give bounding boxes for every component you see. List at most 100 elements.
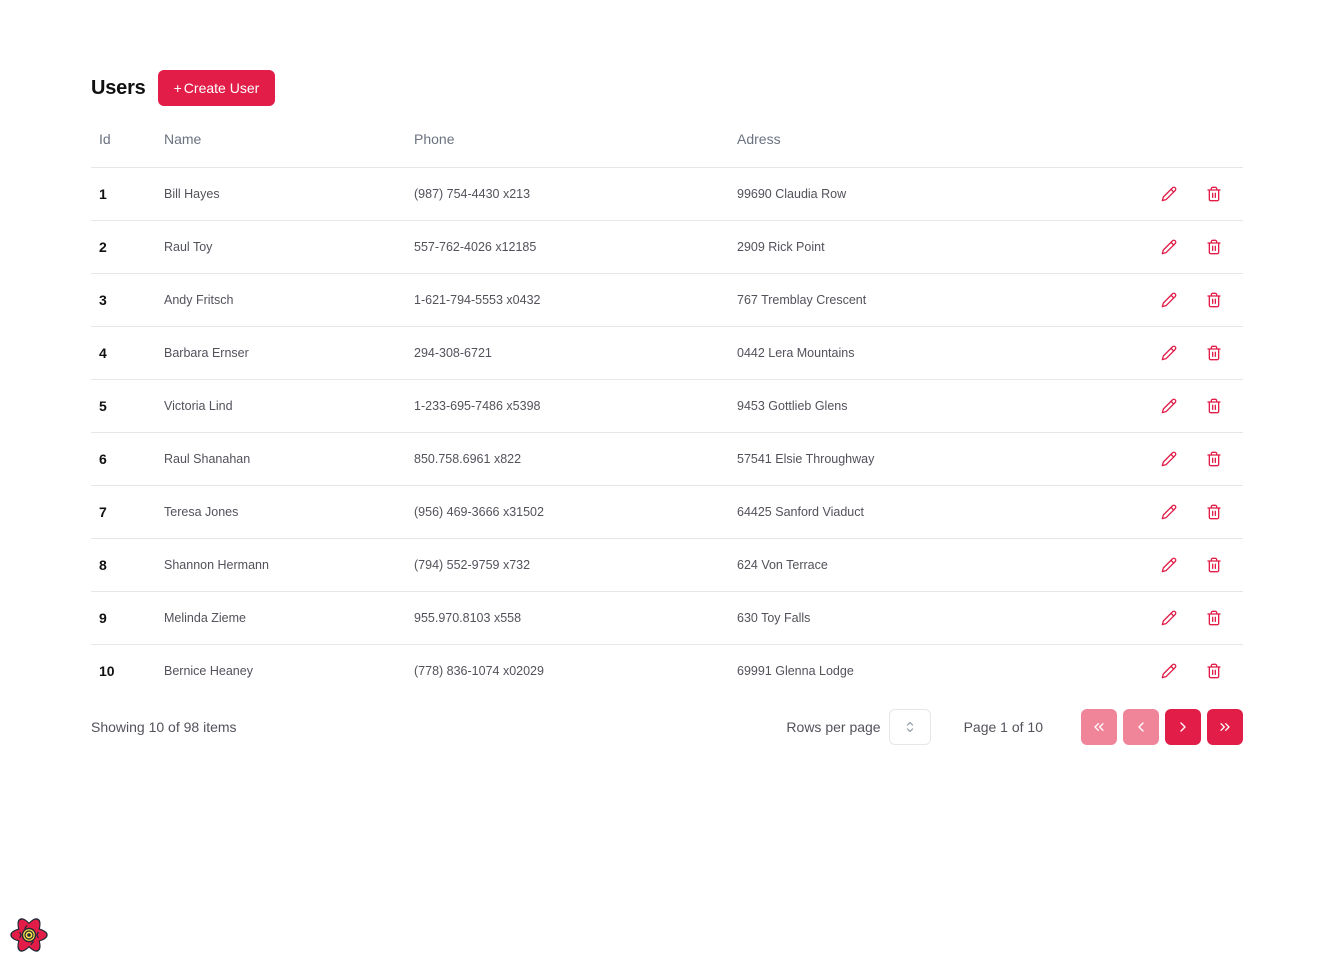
trash-icon (1207, 451, 1221, 466)
cell-address: 0442 Lera Mountains (737, 326, 1137, 380)
pencil-icon (1161, 504, 1176, 519)
edit-user-button[interactable] (1157, 500, 1181, 524)
table-row: 4 Barbara Ernser 294-308-6721 0442 Lera … (91, 326, 1243, 380)
cell-actions (1137, 644, 1243, 697)
cell-phone: 955.970.8103 x558 (414, 591, 737, 645)
table-row: 3 Andy Fritsch 1-621-794-5553 x0432 767 … (91, 273, 1243, 327)
cell-address: 767 Tremblay Crescent (737, 273, 1137, 327)
cell-phone: 294-308-6721 (414, 326, 737, 380)
column-header-phone: Phone (414, 129, 737, 168)
chevron-left-icon (1138, 722, 1144, 732)
create-user-label: Create User (183, 80, 260, 96)
delete-user-button[interactable] (1202, 235, 1226, 259)
edit-user-button[interactable] (1157, 341, 1181, 365)
cell-id: 2 (91, 220, 164, 274)
rows-per-page-label: Rows per page (786, 719, 881, 735)
cell-name: Raul Toy (164, 220, 414, 274)
edit-user-button[interactable] (1157, 447, 1181, 471)
cell-address: 99690 Claudia Row (737, 167, 1137, 221)
table-row: 10 Bernice Heaney (778) 836-1074 x02029 … (91, 644, 1243, 697)
cell-name: Shannon Hermann (164, 538, 414, 592)
cell-id: 4 (91, 326, 164, 380)
cell-phone: (956) 469-3666 x31502 (414, 485, 737, 539)
items-count: Showing 10 of 98 items (91, 719, 237, 735)
pencil-icon (1161, 239, 1176, 254)
cell-id: 6 (91, 432, 164, 486)
trash-icon (1207, 239, 1221, 254)
cell-id: 1 (91, 167, 164, 221)
delete-user-button[interactable] (1202, 182, 1226, 206)
delete-user-button[interactable] (1202, 341, 1226, 365)
cell-name: Victoria Lind (164, 379, 414, 433)
edit-user-button[interactable] (1157, 288, 1181, 312)
cell-actions (1137, 485, 1243, 539)
table-row: 8 Shannon Hermann (794) 552-9759 x732 62… (91, 538, 1243, 592)
edit-user-button[interactable] (1157, 606, 1181, 630)
trash-icon (1207, 557, 1221, 572)
edit-user-button[interactable] (1157, 235, 1181, 259)
cell-phone: 850.758.6961 x822 (414, 432, 737, 486)
last-page-button[interactable] (1207, 709, 1243, 745)
trash-icon (1207, 292, 1221, 307)
next-page-button[interactable] (1165, 709, 1201, 745)
pagination-footer: Showing 10 of 98 items Rows per page Pag… (91, 709, 1243, 745)
cell-actions (1137, 220, 1243, 274)
delete-user-button[interactable] (1202, 500, 1226, 524)
previous-page-button[interactable] (1123, 709, 1159, 745)
chevrons-left-icon (1094, 723, 1104, 731)
cell-id: 8 (91, 538, 164, 592)
edit-user-button[interactable] (1157, 394, 1181, 418)
table-row: 1 Bill Hayes (987) 754-4430 x213 99690 C… (91, 167, 1243, 221)
cell-actions (1137, 538, 1243, 592)
pencil-icon (1161, 345, 1176, 360)
table-row: 5 Victoria Lind 1-233-695-7486 x5398 945… (91, 379, 1243, 433)
users-table: Id Name Phone Adress 1 Bill Hayes (987) … (91, 129, 1243, 697)
trash-icon (1207, 610, 1221, 625)
cell-name: Melinda Zieme (164, 591, 414, 645)
delete-user-button[interactable] (1202, 288, 1226, 312)
cell-name: Bernice Heaney (164, 663, 253, 678)
cell-phone: (778) 836-1074 x02029 (414, 663, 544, 678)
chevrons-right-icon (1220, 723, 1230, 731)
cell-name: Teresa Jones (164, 485, 414, 539)
delete-user-button[interactable] (1202, 394, 1226, 418)
cell-id: 3 (91, 273, 164, 327)
cell-id: 9 (91, 591, 164, 645)
cell-name: Barbara Ernser (164, 326, 414, 380)
page-info: Page 1 of 10 (963, 719, 1043, 735)
delete-user-button[interactable] (1202, 606, 1226, 630)
pencil-icon (1161, 610, 1176, 625)
table-row: 9 Melinda Zieme 955.970.8103 x558 630 To… (91, 591, 1243, 645)
plus-icon: + (173, 80, 182, 96)
pencil-icon (1161, 557, 1176, 572)
table-row: 6 Raul Shanahan 850.758.6961 x822 57541 … (91, 432, 1243, 486)
edit-user-button[interactable] (1157, 553, 1181, 577)
delete-user-button[interactable] (1202, 553, 1226, 577)
cell-name: Andy Fritsch (164, 273, 414, 327)
cell-phone: 1-621-794-5553 x0432 (414, 273, 737, 327)
create-user-button[interactable]: + Create User (157, 70, 276, 106)
react-devtools-button[interactable] (9, 915, 49, 955)
pencil-icon (1161, 398, 1176, 413)
rows-per-page-select[interactable] (888, 709, 931, 745)
cell-address: 2909 Rick Point (737, 220, 1137, 274)
cell-actions (1137, 432, 1243, 486)
trash-icon (1207, 504, 1221, 519)
table-body: 1 Bill Hayes (987) 754-4430 x213 99690 C… (91, 167, 1243, 697)
chevron-up-down-icon (906, 721, 913, 733)
table-header-row: Id Name Phone Adress (91, 129, 1243, 168)
delete-user-button[interactable] (1202, 447, 1226, 471)
trash-icon (1207, 663, 1221, 679)
page-title: Users (91, 76, 146, 99)
cell-address: 624 Von Terrace (737, 538, 1137, 592)
column-header-id: Id (91, 129, 164, 168)
edit-user-button[interactable] (1157, 182, 1181, 206)
edit-user-button[interactable] (1157, 659, 1181, 683)
delete-user-button[interactable] (1202, 659, 1226, 683)
users-page: Users + Create User Id Name Phone Adress… (91, 70, 1243, 745)
cell-actions (1137, 167, 1243, 221)
cell-address: 630 Toy Falls (737, 591, 1137, 645)
cell-actions (1137, 591, 1243, 645)
cell-phone: 557-762-4026 x12185 (414, 220, 737, 274)
first-page-button[interactable] (1081, 709, 1117, 745)
